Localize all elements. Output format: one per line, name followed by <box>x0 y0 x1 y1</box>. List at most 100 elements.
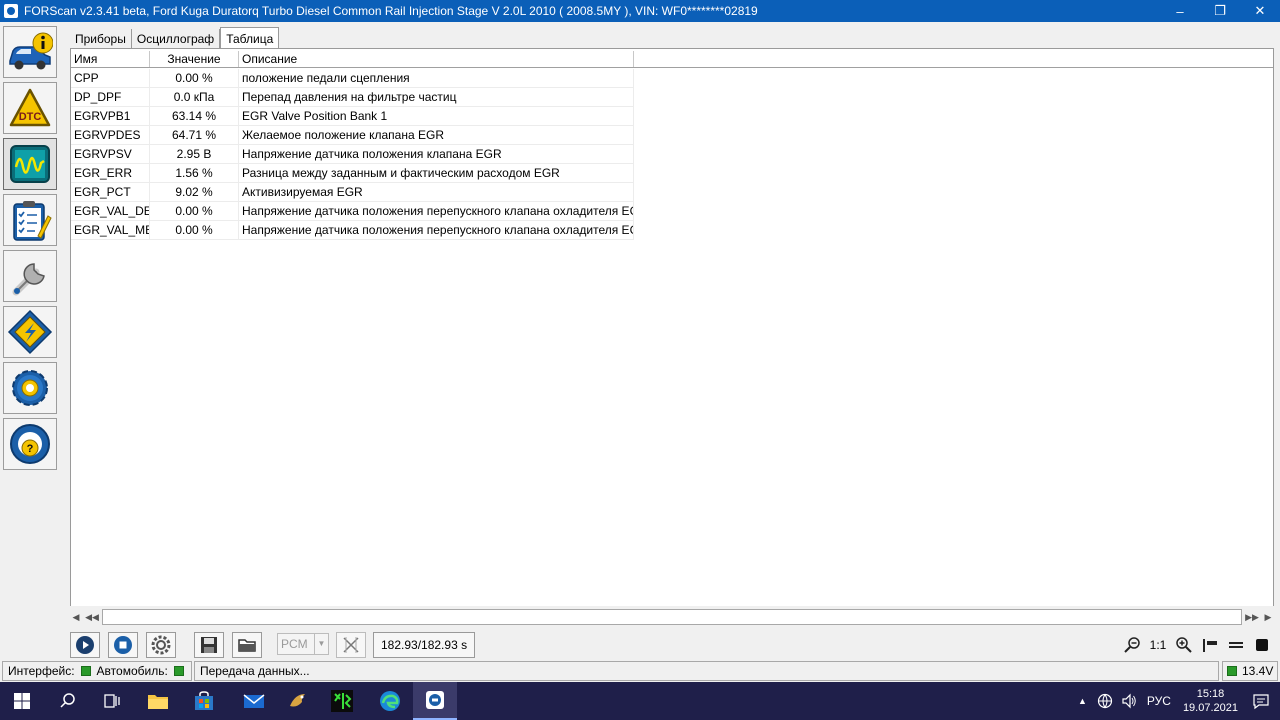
taskbar-edge[interactable] <box>368 682 412 720</box>
dtc-icon: DTC <box>9 88 51 127</box>
scroll-right-arrow[interactable]: ▶ <box>1260 609 1276 625</box>
cell-description: Желаемое положение клапана EGR <box>239 126 634 144</box>
tab-gauges[interactable]: Приборы <box>70 29 132 49</box>
tray-overflow-chevron-icon[interactable]: ▲ <box>1078 696 1087 706</box>
search-icon <box>60 693 75 708</box>
clock-time: 15:18 <box>1196 688 1225 700</box>
module-select-value: PCM <box>281 637 308 651</box>
taskbar-store[interactable] <box>182 682 226 720</box>
status-bar: Интерфейс: Автомобиль: Передача данных..… <box>0 660 1280 682</box>
chevron-down-icon: ▼ <box>314 634 328 654</box>
title-bar: FORScan v2.3.41 beta, Ford Kuga Duratorq… <box>0 0 1280 22</box>
cell-description: Напряжение датчика положения перепускног… <box>239 221 634 239</box>
zoom-in-icon <box>1176 637 1192 653</box>
taskbar-mail[interactable] <box>232 682 276 720</box>
table-row[interactable]: EGR_VAL_DES 0.00 % Напряжение датчика по… <box>71 202 634 221</box>
sidebar-item-tests[interactable] <box>3 194 57 246</box>
maximize-button[interactable]: ❐ <box>1200 0 1240 22</box>
taskbar-explorer[interactable] <box>136 682 180 720</box>
interface-status-led <box>80 666 91 676</box>
mail-icon <box>243 694 265 708</box>
taskbar-app-bird[interactable] <box>276 682 320 720</box>
table-row[interactable]: EGRVPB1 63.14 % EGR Valve Position Bank … <box>71 107 634 126</box>
input-language[interactable]: РУС <box>1147 694 1171 708</box>
table-row[interactable]: DP_DPF 0.0 кПа Перепад давления на фильт… <box>71 88 634 107</box>
speaker-icon[interactable] <box>1121 693 1137 709</box>
vehicle-label: Автомобиль: <box>96 664 168 678</box>
taskbar-forscan[interactable] <box>413 682 457 720</box>
fill-view-button[interactable] <box>1250 632 1274 658</box>
line-view-button[interactable] <box>1224 632 1248 658</box>
table-row[interactable]: EGR_ERR 1.56 % Разница между заданным и … <box>71 164 634 183</box>
sidebar-item-dtc[interactable]: DTC <box>3 82 57 134</box>
column-header-value[interactable]: Значение <box>150 51 239 67</box>
forscan-app-icon <box>426 691 444 709</box>
gear-icon <box>12 370 48 406</box>
task-view-button[interactable] <box>90 682 134 720</box>
table-header: Имя Значение Описание <box>71 51 1273 68</box>
taskbar-app-glyph[interactable] <box>320 682 364 720</box>
scroll-rewind-arrow[interactable]: ◀◀ <box>84 609 100 625</box>
cell-name: EGRVPSV <box>71 145 150 163</box>
start-button[interactable] <box>0 682 44 720</box>
cell-value: 0.00 % <box>150 69 239 87</box>
folder-icon <box>148 695 168 709</box>
scroll-left-arrow[interactable]: ◀ <box>68 609 84 625</box>
clear-button[interactable] <box>336 632 366 658</box>
sidebar-item-settings[interactable] <box>3 362 57 414</box>
sidebar-item-oscilloscope[interactable] <box>3 138 57 190</box>
control-toolbar: PCM ▼ 182.93/182.93 s 1:1 <box>68 630 1276 658</box>
bar-view-icon <box>1203 639 1217 652</box>
svg-text:?: ? <box>27 443 34 455</box>
play-button[interactable] <box>70 632 100 658</box>
cell-value: 0.0 кПа <box>150 88 239 106</box>
cell-value: 64.71 % <box>150 126 239 144</box>
notifications-icon[interactable] <box>1252 692 1270 710</box>
zoom-out-button[interactable] <box>1120 632 1144 658</box>
tab-oscilloscope[interactable]: Осциллограф <box>132 29 221 49</box>
zoom-in-button[interactable] <box>1172 632 1196 658</box>
scroll-track[interactable] <box>102 609 1242 625</box>
column-header-description[interactable]: Описание <box>239 51 634 67</box>
close-button[interactable]: ✕ <box>1240 0 1280 22</box>
table-row[interactable]: EGR_VAL_MEA 0.00 % Напряжение датчика по… <box>71 221 634 240</box>
clock[interactable]: 15:18 19.07.2021 <box>1183 687 1238 715</box>
table-row[interactable]: EGR_PCT 9.02 % Активизируемая EGR <box>71 183 634 202</box>
module-select[interactable]: PCM ▼ <box>277 633 329 655</box>
cross-grid-icon <box>343 637 359 653</box>
cell-name: EGR_PCT <box>71 183 150 201</box>
cell-value: 1.56 % <box>150 164 239 182</box>
table-row[interactable]: CPP 0.00 % положение педали сцепления <box>71 69 634 88</box>
square-icon <box>1256 639 1268 651</box>
bar-view-button[interactable] <box>1198 632 1222 658</box>
table-row[interactable]: EGRVPSV 2.95 В Напряжение датчика положе… <box>71 145 634 164</box>
table-row[interactable]: EGRVPDES 64.71 % Желаемое положение клап… <box>71 126 634 145</box>
cell-description: Напряжение датчика положения клапана EGR <box>239 145 634 163</box>
save-button[interactable] <box>194 632 224 658</box>
tab-table[interactable]: Таблица <box>220 27 280 49</box>
minimize-button[interactable]: – <box>1160 0 1200 22</box>
sidebar-item-help[interactable]: ? <box>3 418 57 470</box>
voltage-status-led <box>1227 666 1237 676</box>
cell-description: Напряжение датчика положения перепускног… <box>239 202 634 220</box>
cell-name: EGR_VAL_DES <box>71 202 150 220</box>
sidebar-item-vehicle-info[interactable] <box>3 26 57 78</box>
stop-icon <box>114 636 132 654</box>
stop-button[interactable] <box>108 632 138 658</box>
scroll-forward-arrow[interactable]: ▶▶ <box>1244 609 1260 625</box>
line-view-icon <box>1229 642 1243 648</box>
sidebar-item-configuration[interactable] <box>3 306 57 358</box>
sidebar-item-service[interactable] <box>3 250 57 302</box>
table-body: CPP 0.00 % положение педали сцепления DP… <box>71 69 634 240</box>
play-icon <box>76 636 94 654</box>
globe-network-icon[interactable] <box>1097 693 1113 709</box>
pid-settings-button[interactable] <box>146 632 176 658</box>
taskbar-search-button[interactable] <box>46 682 90 720</box>
zoom-reset-button[interactable]: 1:1 <box>1146 632 1170 658</box>
vehicle-status-led <box>173 666 184 676</box>
store-icon <box>195 691 213 710</box>
timeline-scrollbar[interactable]: ◀ ◀◀ ▶▶ ▶ <box>68 608 1276 626</box>
column-header-name[interactable]: Имя <box>71 51 150 67</box>
save-icon <box>201 637 217 653</box>
open-file-button[interactable] <box>232 632 262 658</box>
